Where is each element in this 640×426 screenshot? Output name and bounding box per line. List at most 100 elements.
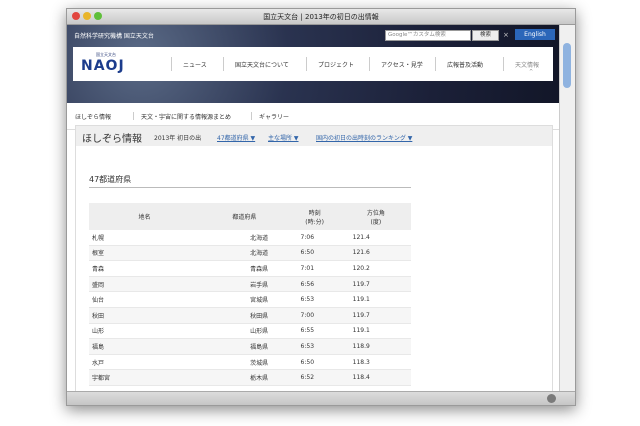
subnav-item-hoshizora[interactable]: ほしぞら情報	[75, 112, 111, 121]
cell-time: 6:50	[288, 245, 341, 262]
cell-time: 6:53	[288, 338, 341, 355]
nav-item-news[interactable]: ニュース	[183, 60, 207, 69]
table-row: 山形 山形県 6:55 119.1	[89, 323, 411, 340]
scrollbar-thumb[interactable]	[563, 43, 571, 88]
section-subtitle: 2013年 初日の出	[154, 135, 202, 142]
vertical-scrollbar[interactable]	[559, 25, 575, 405]
window-title: 国立天文台 | 2013年の初日の出情報	[263, 13, 379, 21]
nav-item-about[interactable]: 国立天文台について	[235, 60, 289, 69]
title-bar: 国立天文台 | 2013年の初日の出情報	[67, 9, 575, 25]
site-header: 自然科学研究機構 国立天文台 Google™カスタム検索 検索 × Englis…	[67, 25, 559, 103]
table-row: 仙台 宮城県 6:53 119.1	[89, 291, 411, 308]
table-row: 盛岡 岩手県 6:56 119.7	[89, 276, 411, 293]
link-47-prefectures[interactable]: 47都道府県 ▼	[217, 133, 255, 142]
search-input[interactable]: Google™カスタム検索	[385, 30, 471, 41]
caret-up-icon: ^	[529, 69, 534, 75]
search-button[interactable]: 検索	[472, 30, 499, 41]
cell-location: 水戸	[89, 354, 201, 371]
nav-divider	[435, 57, 436, 71]
link-main-places[interactable]: 主な場所 ▼	[268, 133, 299, 142]
cell-location: 宇都宮	[89, 369, 201, 386]
cell-time: 7:01	[288, 260, 341, 277]
subnav-divider	[133, 112, 134, 120]
subnav-item-resources[interactable]: 天文・宇宙に関する情報源まとめ	[141, 112, 231, 121]
cell-azimuth: 118.3	[340, 354, 411, 371]
table-row: 札幌 北海道 7:06 121.4	[89, 230, 411, 246]
table-heading: 47都道府県	[89, 175, 132, 184]
cell-azimuth: 120.2	[340, 260, 411, 277]
table-row: 根室 北海道 6:50 121.6	[89, 245, 411, 262]
table-row: 宇都宮 栃木県 6:52 118.4	[89, 369, 411, 386]
cell-location: 根室	[89, 245, 201, 262]
status-bar	[67, 391, 575, 405]
cell-prefecture: 福島県	[200, 338, 289, 355]
cell-prefecture: 岩手県	[200, 276, 289, 293]
heading-underline	[89, 187, 411, 188]
logo-main-text: NAOJ	[81, 58, 125, 74]
cell-prefecture: 青森県	[200, 260, 289, 277]
cell-azimuth: 119.7	[340, 276, 411, 293]
table-row: 秋田 秋田県 7:00 119.7	[89, 307, 411, 324]
table-row: 水戸 茨城県 6:50 118.3	[89, 354, 411, 371]
clear-icon[interactable]: ×	[503, 31, 509, 39]
header-azimuth-unit: (度)	[370, 218, 382, 226]
nav-item-astro-info[interactable]: 天文情報	[515, 60, 539, 69]
cell-location: 仙台	[89, 291, 201, 308]
header-location: 地名	[89, 203, 201, 230]
cell-prefecture: 秋田県	[200, 307, 289, 324]
table-header-row: 地名 都道府県 時刻 (時:分) 方位角 (度)	[89, 203, 411, 230]
cell-prefecture: 栃木県	[200, 369, 289, 386]
link-sunrise-ranking[interactable]: 国内の初日の出時刻のランキング ▼	[316, 133, 412, 142]
header-prefecture: 都道府県	[200, 203, 289, 230]
cell-azimuth: 121.6	[340, 245, 411, 262]
section-header: ほしぞら情報 2013年 初日の出 47都道府県 ▼ 主な場所 ▼ 国内の初日の…	[75, 125, 553, 148]
nav-item-outreach[interactable]: 広報普及活動	[447, 60, 483, 69]
cell-time: 7:00	[288, 307, 341, 324]
cell-azimuth: 118.4	[340, 369, 411, 386]
section-title: ほしぞら情報	[82, 134, 142, 145]
nav-divider	[369, 57, 370, 71]
cell-location: 福島	[89, 338, 201, 355]
cell-location: 盛岡	[89, 276, 201, 293]
cell-azimuth: 119.7	[340, 307, 411, 324]
sunrise-table: 地名 都道府県 時刻 (時:分) 方位角 (度) 札幌 北海道 7:06 121.4 根室北…	[89, 203, 411, 386]
cell-time: 6:52	[288, 369, 341, 386]
nav-item-access[interactable]: アクセス・見学	[381, 60, 423, 69]
cell-azimuth: 118.9	[340, 338, 411, 355]
cell-prefecture: 宮城県	[200, 291, 289, 308]
header-time: 時刻 (時:分)	[288, 203, 341, 230]
header-time-label: 時刻	[308, 209, 321, 217]
institution-name[interactable]: 自然科学研究機構 国立天文台	[74, 31, 154, 40]
nav-item-projects[interactable]: プロジェクト	[318, 60, 354, 69]
english-button[interactable]: English	[515, 29, 555, 40]
cell-prefecture: 北海道	[200, 245, 289, 262]
cell-azimuth: 119.1	[340, 323, 411, 340]
main-nav: 国立天文台 NAOJ ニュース 国立天文台について プロジェクト アクセス・見学…	[73, 47, 553, 81]
subnav-item-gallery[interactable]: ギャラリー	[259, 112, 289, 121]
naoj-logo[interactable]: 国立天文台 NAOJ	[81, 52, 171, 78]
table-body: 札幌 北海道 7:06 121.4 根室 北海道 6:50 121.6 青森 青森県 7:01 120…	[89, 230, 411, 386]
header-azimuth-label: 方位角	[366, 209, 385, 217]
status-icon[interactable]	[547, 394, 556, 403]
subnav-divider	[251, 112, 252, 120]
header-azimuth: 方位角 (度)	[340, 203, 411, 230]
cell-location: 青森	[89, 260, 201, 277]
cell-prefecture: 茨城県	[200, 354, 289, 371]
nav-divider	[306, 57, 307, 71]
cell-time: 6:55	[288, 323, 341, 340]
header-time-unit: (時:分)	[305, 218, 324, 226]
nav-divider	[503, 57, 504, 71]
cell-time: 6:50	[288, 354, 341, 371]
nav-divider	[223, 57, 224, 71]
cell-time: 7:06	[288, 230, 341, 246]
cell-location: 秋田	[89, 307, 201, 324]
cell-prefecture: 山形県	[200, 323, 289, 340]
nav-divider	[171, 57, 172, 71]
cell-location: 札幌	[89, 230, 201, 246]
cell-time: 6:53	[288, 291, 341, 308]
cell-time: 6:56	[288, 276, 341, 293]
table-row: 青森 青森県 7:01 120.2	[89, 260, 411, 277]
cell-azimuth: 121.4	[340, 230, 411, 246]
cell-azimuth: 119.1	[340, 291, 411, 308]
table-row: 福島 福島県 6:53 118.9	[89, 338, 411, 355]
